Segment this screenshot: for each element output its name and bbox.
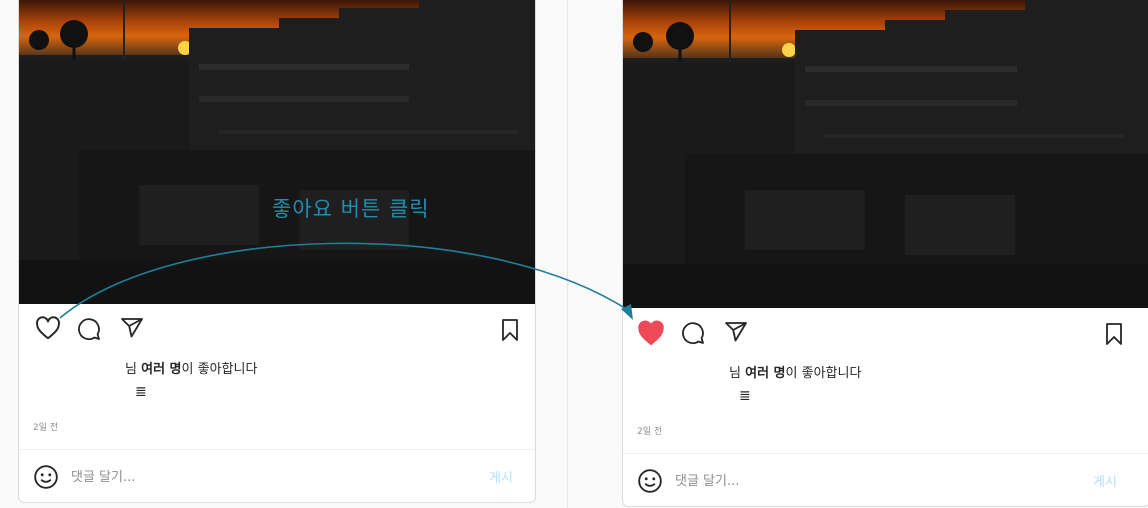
caption-glyph: ≣ bbox=[739, 388, 751, 404]
likes-tail: 이 좋아합니다 bbox=[181, 362, 258, 377]
post-time: 2일 전 bbox=[637, 427, 663, 437]
likes-text: 님 여러 명이 좋아합니다 bbox=[729, 362, 861, 381]
post-comment-button[interactable]: 게시 bbox=[489, 467, 513, 486]
comment-icon[interactable] bbox=[77, 317, 101, 345]
share-icon[interactable] bbox=[119, 316, 145, 344]
bookmark-icon[interactable] bbox=[1103, 322, 1125, 350]
post-card-before: 님 여러 명이 좋아합니다 ≣ 2일 전 게시 bbox=[18, 0, 536, 503]
likes-tail: 이 좋아합니다 bbox=[785, 366, 862, 381]
smiley-icon[interactable] bbox=[637, 468, 663, 498]
comment-icon[interactable] bbox=[681, 321, 705, 349]
share-icon[interactable] bbox=[723, 320, 749, 348]
post-photo bbox=[19, 0, 535, 304]
comment-input[interactable] bbox=[675, 471, 975, 491]
comment-separator bbox=[623, 453, 1148, 454]
smiley-icon[interactable] bbox=[33, 464, 59, 494]
likes-bold[interactable]: 여러 명 bbox=[745, 366, 785, 381]
caption-glyph: ≣ bbox=[135, 384, 147, 400]
heart-icon[interactable] bbox=[35, 316, 61, 344]
post-time: 2일 전 bbox=[33, 423, 59, 433]
annotation-label: 좋아요 버튼 클릭 bbox=[272, 197, 430, 221]
comment-input[interactable] bbox=[71, 467, 371, 487]
bookmark-icon[interactable] bbox=[499, 318, 521, 346]
likes-text: 님 여러 명이 좋아합니다 bbox=[125, 358, 257, 377]
likes-bold[interactable]: 여러 명 bbox=[141, 362, 181, 377]
likes-suffix: 님 bbox=[729, 366, 741, 381]
post-comment-button[interactable]: 게시 bbox=[1093, 471, 1117, 490]
heart-icon-filled[interactable] bbox=[637, 320, 665, 350]
panel-divider bbox=[567, 0, 568, 508]
post-card-after: 님 여러 명이 좋아합니다 ≣ 2일 전 게시 bbox=[622, 0, 1148, 507]
comment-separator bbox=[19, 449, 535, 450]
post-photo bbox=[623, 0, 1148, 308]
likes-suffix: 님 bbox=[125, 362, 137, 377]
